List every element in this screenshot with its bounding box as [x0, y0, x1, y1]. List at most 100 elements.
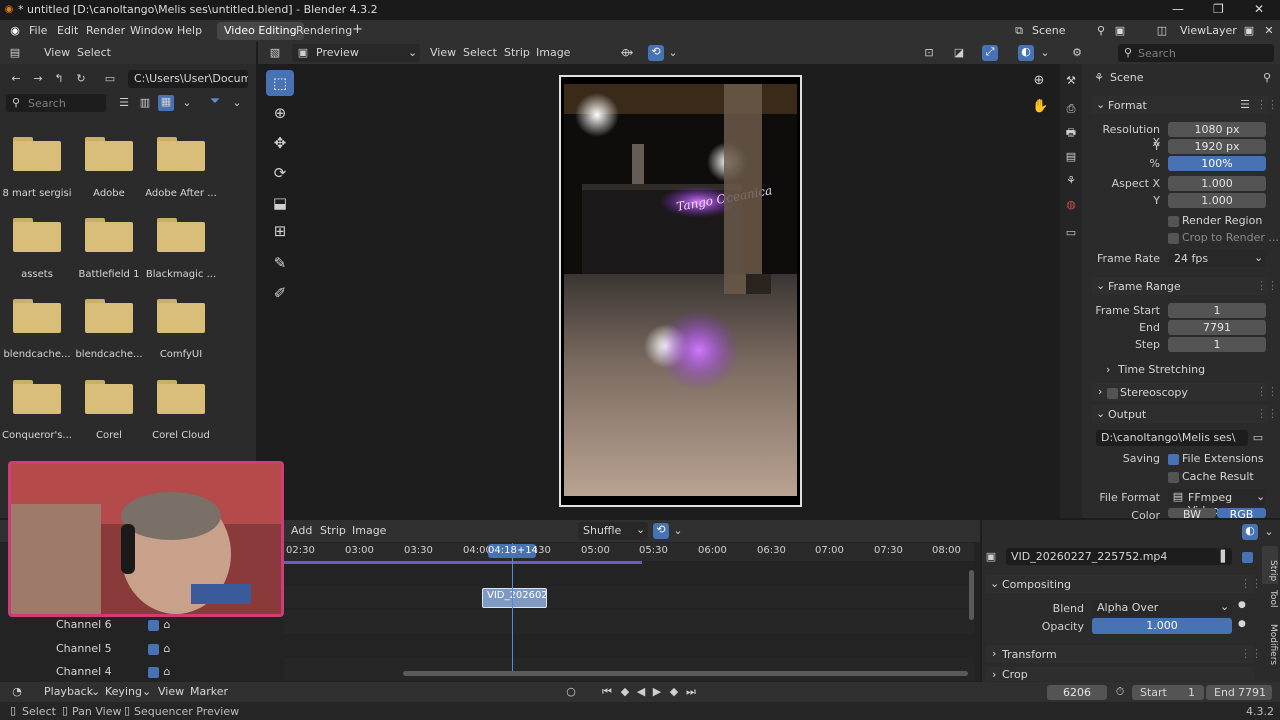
world-tab-icon[interactable]: ◍ [1064, 198, 1078, 212]
drag-handle-icon[interactable]: ⋮⋮ [1240, 577, 1262, 590]
drag-handle-icon[interactable]: ⋮⋮ [1256, 98, 1278, 111]
refresh-icon[interactable]: ↻ [74, 72, 88, 86]
jump-keyframe-back-icon[interactable]: ◆ [618, 685, 632, 699]
folder-icon[interactable] [13, 380, 61, 414]
overlap-mode-dropdown[interactable]: Shuffle ⌄ [578, 522, 648, 540]
pin-icon[interactable]: ⚲ [1094, 24, 1108, 38]
preview-select-menu[interactable]: Select [463, 46, 497, 59]
play-icon[interactable]: ▶ [650, 685, 664, 699]
drag-handle-icon[interactable]: ⋮⋮ [1256, 279, 1278, 292]
chevron-right-icon[interactable]: › [1106, 363, 1110, 376]
back-arrow-icon[interactable]: ← [9, 72, 23, 86]
horizontal-scrollbar[interactable] [403, 671, 968, 676]
blender-menu-icon[interactable]: ◉ [8, 24, 22, 38]
frame-range-panel-header[interactable]: ⌄ Frame Range ⋮⋮ [1092, 277, 1278, 295]
annotate-tool[interactable]: ✐ [266, 280, 294, 306]
channel-name[interactable]: Channel 4 [56, 665, 112, 678]
stereoscopy-checkbox[interactable] [1107, 387, 1118, 399]
properties-search-input[interactable]: ⚲ Search [1118, 44, 1274, 62]
presets-icon[interactable]: ☰ [1238, 98, 1252, 112]
scale-tool[interactable]: ⬓ [266, 190, 294, 216]
aspect-y-field[interactable]: 1.000 [1168, 193, 1266, 208]
folder-icon[interactable] [157, 380, 205, 414]
gizmo-icon[interactable]: ◪ [952, 46, 966, 60]
sidebar-tab-modifiers[interactable]: Modifiers [1262, 620, 1278, 670]
rotate-tool[interactable]: ⟳ [266, 160, 294, 186]
view-layer-tab-icon[interactable]: ▤ [1064, 150, 1078, 164]
properties-editor-type-icon[interactable]: ⚙ [1070, 46, 1084, 60]
folder-name[interactable]: Blackmagic ... [141, 269, 221, 280]
snap-icon[interactable]: ⟲ [648, 45, 664, 61]
render-region-checkbox[interactable] [1168, 214, 1179, 227]
file-browser-view-menu[interactable]: View [44, 46, 70, 59]
directory-path-input[interactable]: C:\Users\User\Docume... [128, 70, 248, 88]
marker-menu[interactable]: Marker [190, 685, 228, 698]
menu-help[interactable]: Help [177, 24, 202, 37]
keyframe-dot-icon[interactable]: ● [1238, 600, 1246, 610]
video-strip[interactable]: VID_202602 [482, 588, 547, 608]
lock-icon[interactable]: ⌂ [160, 642, 174, 656]
parent-directory-icon[interactable]: ↰ [52, 72, 66, 86]
channel-mute-checkbox[interactable] [148, 642, 159, 655]
crop-panel-header[interactable]: › Crop [986, 667, 1254, 681]
resolution-x-field[interactable]: 1080 px [1168, 122, 1266, 137]
blend-mode-dropdown[interactable]: Alpha Over ⌄ [1092, 600, 1232, 616]
start-frame-field[interactable]: Start 1 [1132, 685, 1204, 700]
remove-viewlayer-icon[interactable]: ✕ [1262, 24, 1276, 38]
sequencer-strip-menu[interactable]: Strip [320, 524, 346, 537]
overlay-dropdown-icon[interactable]: ⌄ [1038, 46, 1052, 60]
preview-view-menu[interactable]: View [430, 46, 456, 59]
sequencer-image-menu[interactable]: Image [352, 524, 386, 537]
drag-handle-icon[interactable]: ⋮⋮ [1240, 647, 1262, 660]
lock-icon[interactable]: ⌂ [160, 665, 174, 679]
file-browser-select-menu[interactable]: Select [77, 46, 111, 59]
frame-start-field[interactable]: 1 [1168, 303, 1266, 318]
playhead-frame-label[interactable]: 04:18+14 [488, 544, 538, 558]
sound-strip-icon[interactable]: ▌ [1218, 550, 1232, 564]
menu-render[interactable]: Render [86, 24, 125, 37]
zoom-icon[interactable]: ⊕ [1032, 74, 1046, 88]
vertical-list-icon[interactable]: ☰ [117, 96, 131, 110]
folder-icon[interactable] [13, 218, 61, 252]
sample-tool[interactable]: ✎ [266, 250, 294, 276]
play-reverse-icon[interactable]: ◀ [634, 685, 648, 699]
folder-name[interactable]: ComfyUI [141, 349, 221, 360]
editor-type-icon[interactable]: ▤ [8, 46, 22, 60]
show-gizmo-icon[interactable]: ⤢ [982, 45, 998, 61]
color-bw-button[interactable]: BW [1168, 508, 1216, 518]
lock-icon[interactable]: ⌂ [160, 618, 174, 632]
forward-arrow-icon[interactable]: → [31, 72, 45, 86]
pan-hand-icon[interactable]: ✋ [1032, 100, 1048, 114]
minimize-button[interactable]: — [1172, 2, 1184, 16]
filter-dropdown-icon[interactable]: ⌄ [230, 96, 244, 110]
file-extensions-checkbox[interactable] [1168, 452, 1179, 465]
menu-window[interactable]: Window [130, 24, 173, 37]
folder-browse-icon[interactable]: ▭ [1251, 431, 1265, 445]
thumbnails-icon[interactable]: ▦ [158, 95, 174, 111]
folder-icon[interactable] [85, 218, 133, 252]
preview-editor-type-icon[interactable]: ▧ [268, 46, 282, 60]
current-frame-field[interactable]: 6206 [1047, 685, 1107, 700]
folder-icon[interactable] [157, 299, 205, 333]
resolution-percent-field[interactable]: 100% [1168, 156, 1266, 171]
select-box-tool[interactable]: ⬚ [266, 70, 294, 96]
folder-icon[interactable] [157, 137, 205, 171]
folder-icon[interactable] [85, 299, 133, 333]
folder-icon[interactable] [85, 380, 133, 414]
end-frame-field[interactable]: End 7791 [1206, 685, 1272, 700]
folder-name[interactable]: Battlefield 1 [69, 269, 149, 280]
playback-menu[interactable]: Playback [44, 685, 93, 698]
sequencer-snap-icon[interactable]: ⟲ [653, 523, 669, 539]
strip-name-input[interactable]: VID_20260227_225752.mp4 [1006, 548, 1232, 565]
stereoscopy-panel-header[interactable]: › Stereoscopy ⋮⋮ [1092, 383, 1278, 401]
maximize-button[interactable]: ❐ [1213, 2, 1224, 16]
overlay-dropdown-icon[interactable]: ⌄ [1262, 525, 1276, 539]
channel-mute-checkbox[interactable] [148, 618, 159, 631]
channel-name[interactable]: Channel 6 [56, 618, 112, 631]
jump-end-icon[interactable]: ⏭ [684, 685, 698, 699]
channel-mute-checkbox[interactable] [148, 665, 159, 678]
time-stretching-subpanel[interactable]: Time Stretching [1118, 363, 1205, 376]
drag-handle-icon[interactable]: ⋮⋮ [1256, 407, 1278, 420]
menu-file[interactable]: File [29, 24, 47, 37]
folder-name[interactable]: assets [0, 269, 77, 280]
